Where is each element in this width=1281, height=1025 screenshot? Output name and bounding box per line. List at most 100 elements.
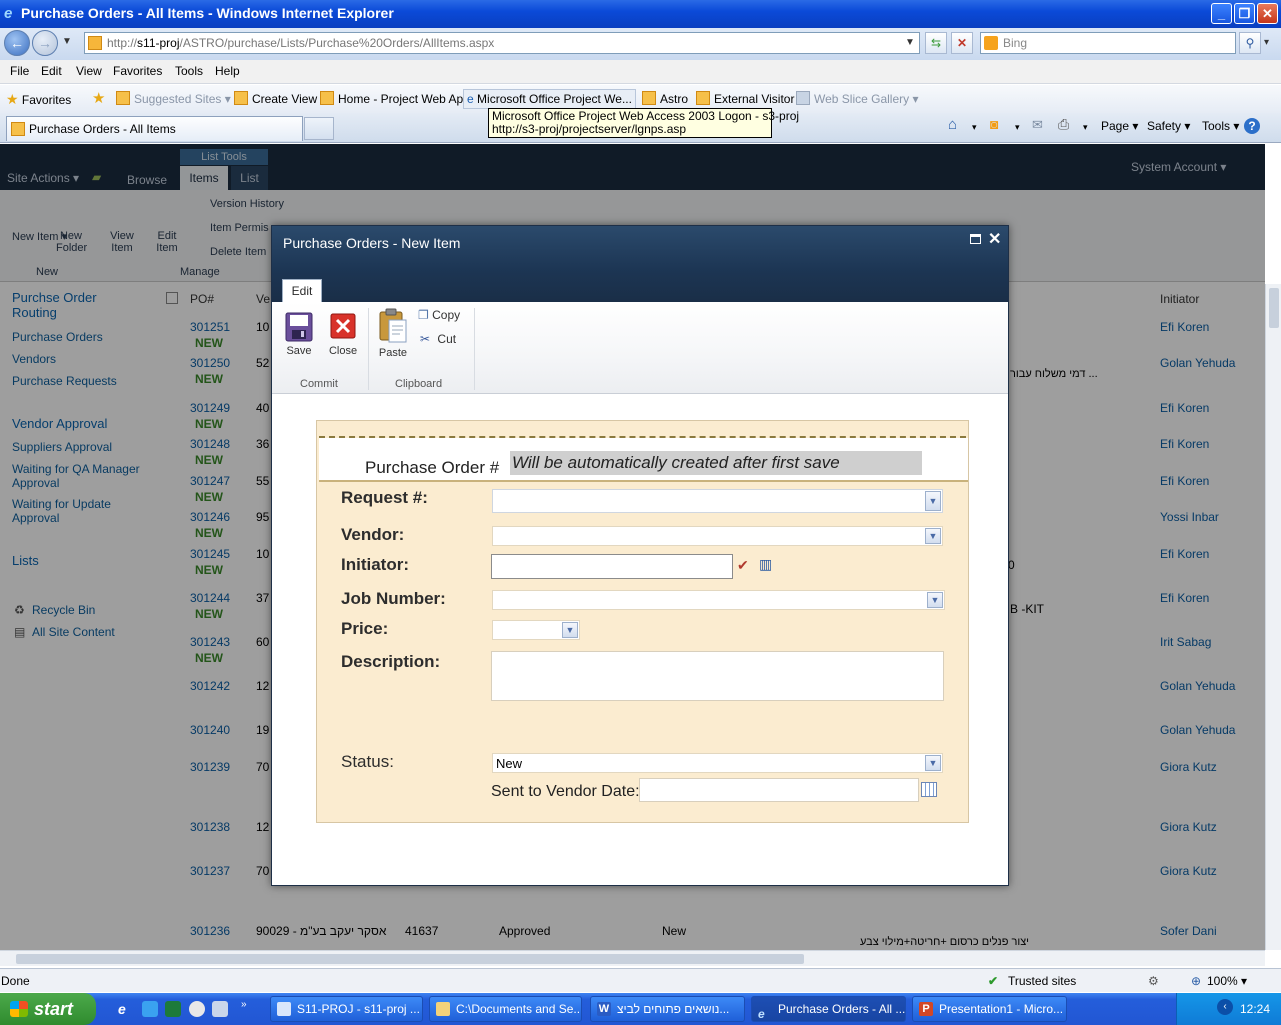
star-icon: ★ bbox=[6, 91, 19, 107]
horizontal-scrollbar[interactable] bbox=[0, 950, 1265, 966]
cut-icon: ✂ bbox=[420, 332, 431, 346]
search-options-icon[interactable]: ▾ bbox=[1264, 37, 1269, 48]
chevron-down-icon[interactable]: ▼ bbox=[925, 528, 941, 544]
window-title-bar: e Purchase Orders - All Items - Windows … bbox=[0, 0, 1281, 28]
security-zone[interactable]: Trusted sites bbox=[1008, 974, 1076, 988]
excel-quicklaunch-icon[interactable] bbox=[165, 1001, 181, 1017]
close-button[interactable]: Close bbox=[326, 312, 360, 357]
rss-dropdown-icon[interactable]: ▾ bbox=[1015, 122, 1020, 133]
task-s11-proj[interactable]: S11-PROJ - s11-proj ... bbox=[270, 996, 423, 1022]
close-window-button[interactable]: ✕ bbox=[1257, 3, 1278, 24]
search-input[interactable]: Bing bbox=[980, 32, 1236, 54]
tab-purchase-orders[interactable]: Purchase Orders - All Items bbox=[6, 116, 303, 141]
clock[interactable]: 12:24 bbox=[1240, 1002, 1270, 1016]
calendar-icon[interactable] bbox=[921, 782, 937, 797]
fav-create-view[interactable]: Create View bbox=[234, 91, 317, 106]
vertical-scrollbar[interactable] bbox=[1265, 284, 1281, 950]
task-word-doc[interactable]: W נושאים פתוחים לביצ... bbox=[590, 996, 745, 1022]
sent-to-vendor-date-input[interactable] bbox=[639, 778, 919, 802]
favorites-button[interactable]: ★ Favorites bbox=[6, 91, 71, 108]
description-textarea[interactable] bbox=[491, 651, 944, 701]
check-names-icon[interactable]: ✔ bbox=[737, 557, 749, 574]
browse-address-book-icon[interactable]: ▥ bbox=[759, 556, 772, 573]
remote-desktop-icon bbox=[277, 1002, 291, 1016]
trusted-sites-icon: ✔ bbox=[988, 974, 999, 988]
status-select[interactable]: New ▼ bbox=[492, 753, 943, 773]
copy-button[interactable]: ❐ Copy bbox=[418, 308, 460, 322]
chevron-down-icon[interactable]: ▼ bbox=[925, 755, 941, 771]
cut-label: Cut bbox=[437, 332, 457, 346]
request-select[interactable]: ▼ bbox=[492, 489, 943, 513]
recent-pages-dropdown-icon[interactable]: ▼ bbox=[62, 36, 72, 47]
task-documents[interactable]: C:\Documents and Se... bbox=[429, 996, 582, 1022]
zoom-level[interactable]: 100% ▾ bbox=[1207, 974, 1247, 988]
ie-quicklaunch-icon[interactable]: e bbox=[118, 1001, 134, 1017]
menu-file[interactable]: File bbox=[10, 64, 29, 78]
search-icon[interactable]: ⚲ bbox=[1239, 32, 1261, 54]
dialog-maximize-icon[interactable] bbox=[970, 234, 981, 244]
fav-external-visitor[interactable]: External Visitor bbox=[696, 91, 794, 106]
description-label: Description: bbox=[341, 652, 441, 671]
fav-suggested-sites[interactable]: Suggested Sites ▾ bbox=[116, 91, 231, 106]
job-number-select[interactable]: ▼ bbox=[492, 590, 945, 610]
hscrollbar-thumb[interactable] bbox=[16, 954, 804, 964]
print-icon[interactable]: ⎙ bbox=[1058, 116, 1069, 133]
back-button[interactable]: ← bbox=[4, 30, 30, 56]
print-dropdown-icon[interactable]: ▾ bbox=[1083, 122, 1088, 133]
price-select[interactable]: ▼ bbox=[492, 620, 580, 640]
protected-mode-icon[interactable]: ⚙ bbox=[1148, 974, 1159, 988]
outlook-quicklaunch-icon[interactable] bbox=[142, 1001, 158, 1017]
quicklaunch-expand-icon[interactable]: » bbox=[241, 999, 247, 1010]
read-mail-icon[interactable]: ✉ bbox=[1032, 117, 1043, 133]
safety-menu[interactable]: Safety ▾ bbox=[1147, 119, 1190, 133]
chevron-down-icon[interactable]: ▼ bbox=[562, 622, 578, 638]
cut-button[interactable]: ✂ Cut bbox=[420, 332, 456, 346]
vendor-select[interactable]: ▼ bbox=[492, 526, 943, 546]
home-dropdown-icon[interactable]: ▾ bbox=[972, 122, 977, 133]
menu-favorites[interactable]: Favorites bbox=[113, 64, 162, 78]
dialog-close-icon[interactable]: ✕ bbox=[988, 229, 1001, 249]
group-clipboard-label: Clipboard bbox=[395, 378, 443, 390]
maximize-button[interactable]: ❐ bbox=[1234, 3, 1255, 24]
system-tray: ‹ 12:24 bbox=[1176, 993, 1281, 1025]
url-field[interactable]: http://s11-proj/ASTRO/purchase/Lists/Pur… bbox=[84, 32, 920, 54]
rss-icon[interactable]: ◙ bbox=[990, 116, 998, 132]
home-icon[interactable]: ⌂ bbox=[948, 116, 957, 133]
fav-ms-project-web-access[interactable]: e Microsoft Office Project We... bbox=[463, 89, 636, 109]
forward-button[interactable]: → bbox=[32, 30, 58, 56]
menu-edit[interactable]: Edit bbox=[41, 64, 62, 78]
start-button[interactable]: start bbox=[0, 993, 96, 1025]
fav-web-slice-gallery[interactable]: Web Slice Gallery ▾ bbox=[796, 91, 919, 106]
add-favorite-icon[interactable]: ★ bbox=[92, 89, 105, 107]
fav-home-project-web-app[interactable]: Home - Project Web App bbox=[320, 91, 470, 106]
initiator-people-picker[interactable] bbox=[491, 554, 733, 579]
save-button[interactable]: Save bbox=[282, 312, 316, 357]
tray-expand-icon[interactable]: ‹ bbox=[1217, 999, 1233, 1015]
menu-view[interactable]: View bbox=[76, 64, 102, 78]
chevron-down-icon[interactable]: ▼ bbox=[927, 592, 943, 608]
tab-label: Purchase Orders - All Items bbox=[29, 122, 176, 136]
url-dropdown-icon[interactable]: ▼ bbox=[905, 37, 915, 48]
stop-icon[interactable]: ✕ bbox=[951, 32, 973, 54]
menu-tools[interactable]: Tools bbox=[175, 64, 203, 78]
url-prefix: http:// bbox=[107, 36, 138, 50]
initiator-label: Initiator: bbox=[341, 555, 409, 574]
tools-menu[interactable]: Tools ▾ bbox=[1202, 119, 1239, 133]
minimize-button[interactable]: _ bbox=[1211, 3, 1232, 24]
notepad-quicklaunch-icon[interactable] bbox=[212, 1001, 228, 1017]
chevron-down-icon[interactable]: ▼ bbox=[925, 491, 941, 511]
help-icon[interactable]: ? bbox=[1244, 118, 1260, 134]
url-path: /ASTRO/purchase/Lists/Purchase%20Orders/… bbox=[179, 36, 495, 50]
task-purchase-orders[interactable]: e Purchase Orders - All ... bbox=[751, 996, 906, 1022]
page-menu[interactable]: Page ▾ bbox=[1101, 119, 1138, 133]
paste-button[interactable]: Paste bbox=[376, 308, 410, 359]
task-presentation[interactable]: P Presentation1 - Micro... bbox=[912, 996, 1067, 1022]
refresh-icon[interactable]: ⇆ bbox=[925, 32, 947, 54]
menu-help[interactable]: Help bbox=[215, 64, 240, 78]
media-quicklaunch-icon[interactable] bbox=[189, 1001, 205, 1017]
ribbon-tab-edit[interactable]: Edit bbox=[282, 279, 322, 303]
po-number-row: Purchase Order # Will be automatically c… bbox=[319, 438, 968, 482]
fav-astro[interactable]: Astro bbox=[642, 91, 688, 106]
new-tab-button[interactable] bbox=[304, 117, 334, 140]
scrollbar-thumb[interactable] bbox=[1269, 288, 1279, 328]
